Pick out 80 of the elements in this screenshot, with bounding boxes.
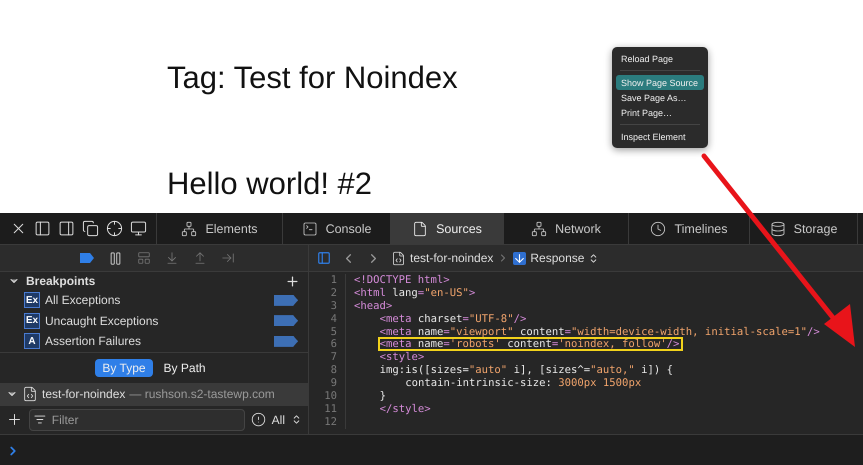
alert-icon[interactable] bbox=[250, 412, 266, 427]
breakpoint-type-icon: A bbox=[24, 333, 40, 350]
post-title: Hello world! #2 bbox=[167, 166, 372, 202]
console-icon bbox=[302, 220, 318, 236]
filter-icon bbox=[34, 413, 46, 426]
menu-item[interactable]: Reload Page bbox=[616, 51, 704, 66]
crosshair-icon[interactable] bbox=[106, 220, 123, 237]
line-number: 2 bbox=[309, 286, 346, 300]
devtools-tab[interactable]: Sources bbox=[391, 213, 504, 244]
file-code-icon bbox=[22, 386, 38, 402]
breakpoint-icon[interactable] bbox=[80, 253, 94, 263]
add-icon[interactable] bbox=[285, 274, 300, 288]
page-heading: Tag: Test for Noindex bbox=[167, 60, 458, 96]
code-line: <meta name="viewport" content="width=device-width, initial-scale=1"/> bbox=[378, 324, 821, 338]
line-number: 3 bbox=[309, 300, 346, 313]
pause-icon[interactable] bbox=[108, 250, 123, 266]
add-icon[interactable] bbox=[6, 411, 23, 428]
line-number: 8 bbox=[309, 364, 346, 378]
line-number: 7 bbox=[309, 351, 346, 364]
devtools-tab[interactable]: Elements bbox=[157, 213, 283, 244]
line-number: 10 bbox=[309, 390, 346, 403]
download-icon bbox=[513, 252, 526, 264]
code-line: img:is([sizes="auto" i], [sizes^="auto," i]) { bbox=[378, 363, 674, 378]
windows-icon[interactable] bbox=[82, 220, 99, 237]
dock-left-icon[interactable] bbox=[34, 220, 51, 237]
breakpoint-marker[interactable] bbox=[274, 336, 298, 347]
devtools-tab[interactable]: Storage bbox=[750, 213, 858, 244]
menu-item[interactable]: Show Page Source bbox=[616, 75, 704, 90]
database-icon bbox=[770, 220, 786, 236]
code-line: <style> bbox=[378, 350, 426, 364]
breadcrumb-file[interactable]: test-for-noindex bbox=[410, 251, 494, 265]
updown-icon[interactable] bbox=[291, 414, 302, 425]
step-icon[interactable] bbox=[221, 251, 235, 265]
step-into-icon[interactable] bbox=[165, 251, 179, 265]
breakpoint-type-icon: Ex bbox=[24, 292, 40, 308]
filter-input[interactable]: Filter bbox=[50, 412, 244, 428]
breakpoint-marker[interactable] bbox=[274, 294, 298, 306]
breakpoint-label: All Exceptions bbox=[45, 293, 120, 308]
dock-right-icon[interactable] bbox=[58, 220, 75, 237]
breakpoint-label: Assertion Failures bbox=[45, 334, 142, 348]
section-title: Breakpoints bbox=[26, 274, 96, 288]
line-number: 12 bbox=[309, 416, 346, 429]
filter-field[interactable]: Filter bbox=[29, 408, 245, 430]
code-line: <head> bbox=[353, 298, 394, 313]
resource-origin: — rushson.s2-tastewp.com bbox=[129, 387, 275, 401]
code-line: } bbox=[378, 389, 387, 404]
file-code-icon bbox=[391, 250, 406, 266]
file-icon bbox=[412, 220, 428, 236]
line-number: 9 bbox=[309, 377, 346, 390]
breakpoint-marker[interactable] bbox=[274, 315, 298, 326]
code-line: </style> bbox=[378, 402, 432, 416]
monitor-icon[interactable] bbox=[130, 220, 147, 237]
sidebar-toggle-icon[interactable] bbox=[317, 251, 331, 265]
breakpoint-label: Uncaught Exceptions bbox=[45, 314, 158, 328]
menu-item[interactable]: Print Page… bbox=[616, 105, 704, 120]
resource-name: test-for-noindex bbox=[42, 387, 126, 401]
code-line: contain-intrinsic-size: 3000px 1500px bbox=[404, 376, 642, 390]
line-number: 11 bbox=[309, 402, 346, 416]
breakpoint-item[interactable]: A Assertion Failures bbox=[0, 331, 308, 352]
line-number: 5 bbox=[309, 326, 346, 338]
breadcrumb-source[interactable]: Response bbox=[530, 251, 584, 265]
breakpoint-type-icon: Ex bbox=[24, 312, 40, 329]
code-line: <!DOCTYPE html> bbox=[353, 273, 451, 287]
line-number: 1 bbox=[309, 274, 346, 287]
code-line: <meta charset="UTF-8"/> bbox=[378, 312, 528, 326]
group-toggle[interactable]: By Path bbox=[156, 358, 213, 376]
step-out-icon[interactable] bbox=[193, 251, 207, 265]
clock-icon bbox=[650, 220, 666, 236]
line-number: 4 bbox=[309, 312, 346, 326]
breakpoint-item[interactable]: Ex All Exceptions bbox=[0, 290, 308, 310]
resource-row[interactable]: test-for-noindex — rushson.s2-tastewp.com bbox=[0, 384, 308, 404]
line-number: 6 bbox=[309, 338, 346, 352]
devtools-tab[interactable]: Network bbox=[504, 213, 629, 244]
code-line: <html lang="en-US"> bbox=[353, 286, 476, 300]
menu-item[interactable]: Save Page As… bbox=[616, 90, 704, 105]
breakpoint-item[interactable]: Ex Uncaught Exceptions bbox=[0, 310, 308, 331]
scope-selector[interactable]: All bbox=[272, 412, 285, 426]
menu-item[interactable]: Inspect Element bbox=[616, 129, 704, 144]
network-icon bbox=[531, 220, 548, 236]
devtools-tab[interactable]: Timelines bbox=[629, 213, 750, 244]
